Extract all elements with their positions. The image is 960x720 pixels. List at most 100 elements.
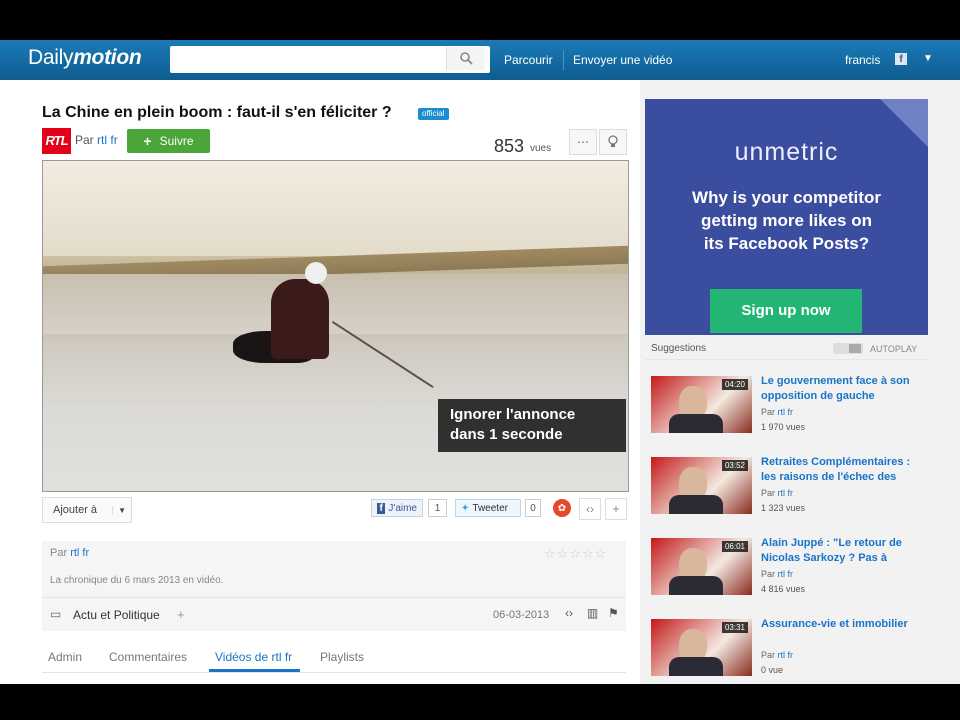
official-badge: official — [418, 108, 449, 120]
skip-ad-line2: dans 1 seconde — [450, 426, 563, 443]
tab-playlists[interactable]: Playlists — [320, 650, 364, 664]
video-title: La Chine en plein boom : faut-il s'en fé… — [42, 104, 392, 121]
autoplay-label: AUTOPLAY — [870, 344, 918, 354]
suggestion-thumbnail[interactable]: 04:20 — [651, 376, 752, 433]
ad-line3: its Facebook Posts? — [703, 234, 870, 253]
chevron-down-icon[interactable]: ▼ — [112, 505, 131, 515]
suggestion-title[interactable]: Retraites Complémentaires : les raisons … — [761, 455, 921, 485]
flag-icon[interactable]: ⚑ — [608, 606, 619, 620]
follow-button[interactable]: + Suivre — [127, 129, 210, 153]
suggestion-views: 4 816 vues — [761, 584, 806, 594]
twitter-icon: ✦ — [461, 502, 470, 514]
lightbulb-icon — [608, 135, 618, 147]
add-button[interactable]: + — [605, 498, 627, 520]
ad-signup-button[interactable]: Sign up now — [710, 289, 862, 333]
suggestion-byline: Par rtl fr — [761, 569, 793, 579]
by-prefix: Par — [761, 488, 776, 498]
logo-suffix: motion — [73, 46, 142, 69]
tweet-count: 0 — [525, 499, 541, 517]
nav-upload[interactable]: Envoyer une vidéo — [573, 53, 672, 67]
lights-off-button[interactable] — [599, 129, 627, 155]
tab-comments[interactable]: Commentaires — [109, 650, 187, 664]
search-icon — [459, 52, 473, 65]
embed-icon[interactable]: ‹› — [565, 606, 573, 620]
ad-brand: unmetric — [734, 138, 839, 166]
facebook-icon: f — [895, 53, 907, 65]
thumbnail-suit — [669, 495, 723, 514]
thumbnail-suit — [669, 657, 723, 676]
ad-line2: getting more likes on — [701, 211, 872, 230]
channel-link[interactable]: rtl fr — [778, 407, 794, 417]
search-button[interactable] — [446, 47, 485, 70]
tabs-divider — [42, 672, 626, 673]
tweet-label: Tweeter — [472, 502, 508, 514]
video-frame-wall — [43, 161, 628, 256]
suggestion-byline: Par rtl fr — [761, 650, 793, 660]
embed-icon: ‹› — [586, 502, 594, 516]
follow-label: Suivre — [159, 134, 194, 148]
suggestion-title[interactable]: Assurance-vie et immobilier — [761, 617, 921, 632]
channel-link[interactable]: rtl fr — [778, 569, 794, 579]
video-frame-figure — [271, 279, 329, 359]
plus-icon: + — [612, 502, 620, 516]
tab-channel-videos[interactable]: Vidéos de rtl fr — [215, 650, 292, 664]
duration-badge: 03:31 — [721, 622, 748, 633]
facebook-like-button[interactable]: f J'aime — [371, 499, 423, 517]
view-count: 853 — [494, 136, 525, 156]
like-label: J'aime — [388, 502, 417, 514]
channel-link[interactable]: rtl fr — [97, 133, 118, 147]
info-byline: Par rtl fr — [50, 547, 89, 559]
nav-browse[interactable]: Parcourir — [504, 53, 553, 67]
thumbnail-suit — [669, 576, 723, 595]
suggestion-title[interactable]: Alain Juppé : "Le retour de Nicolas Sark… — [761, 536, 921, 566]
plus-icon: + — [143, 133, 152, 149]
tweet-button[interactable]: ✦ Tweeter — [455, 499, 521, 517]
ad-line1: Why is your competitor — [692, 188, 881, 207]
tab-admin[interactable]: Admin — [48, 650, 82, 664]
channel-link[interactable]: rtl fr — [70, 547, 89, 559]
user-name[interactable]: francis — [845, 53, 880, 67]
publish-date: 06-03-2013 — [493, 609, 550, 621]
suggestion-views: 1 323 vues — [761, 503, 806, 513]
active-tab-indicator — [209, 669, 300, 672]
dailymotion-logo[interactable]: Dailymotion — [28, 46, 142, 70]
search-input[interactable] — [170, 46, 490, 73]
add-category-button[interactable]: + — [177, 607, 185, 622]
add-to-button[interactable]: Ajouter à ▼ — [42, 497, 132, 523]
more-icon: ⋯ — [577, 135, 589, 149]
skip-ad-button[interactable]: Ignorer l'annonce dans 1 seconde — [438, 399, 626, 452]
logo-prefix: Daily — [28, 46, 74, 69]
suggestion-byline: Par rtl fr — [761, 488, 793, 498]
share-button[interactable]: ✿ — [552, 498, 572, 518]
suggestion-thumbnail[interactable]: 03:52 — [651, 457, 752, 514]
video-frame-figure-head — [305, 262, 327, 284]
by-prefix: Par — [50, 547, 68, 559]
ad-headline: Why is your competitor getting more like… — [660, 186, 913, 255]
category-link[interactable]: Actu et Politique — [73, 608, 160, 622]
suggestion-views: 0 vue — [761, 665, 784, 675]
monitor-icon: ▭ — [50, 607, 62, 621]
channel-logo[interactable]: RTL — [42, 128, 71, 154]
stats-icon[interactable]: ▥ — [587, 606, 598, 620]
suggestion-thumbnail[interactable]: 03:31 — [651, 619, 752, 676]
more-options-button[interactable]: ⋯ — [569, 129, 597, 155]
skip-ad-line1: Ignorer l'annonce — [450, 406, 576, 423]
nav-divider — [563, 50, 564, 70]
channel-link[interactable]: rtl fr — [778, 650, 794, 660]
chevron-down-icon[interactable]: ▼ — [923, 53, 933, 64]
duration-badge: 03:52 — [721, 460, 748, 471]
facebook-icon: f — [377, 502, 386, 514]
duration-badge: 06:01 — [721, 541, 748, 552]
suggestions-heading: Suggestions — [651, 343, 707, 354]
by-prefix: Par — [761, 407, 776, 417]
channel-link[interactable]: rtl fr — [778, 488, 794, 498]
embed-button[interactable]: ‹› — [579, 498, 601, 520]
rating-stars[interactable]: ☆☆☆☆☆ — [544, 546, 607, 562]
by-prefix: Par — [75, 133, 94, 147]
suggestion-title[interactable]: Le gouvernement face à son opposition de… — [761, 374, 921, 404]
suggestion-views: 1 970 vues — [761, 422, 806, 432]
view-count-label: vues — [530, 143, 552, 154]
suggestion-thumbnail[interactable]: 06:01 — [651, 538, 752, 595]
letterbox-bottom — [0, 684, 960, 720]
duration-badge: 04:20 — [721, 379, 748, 390]
